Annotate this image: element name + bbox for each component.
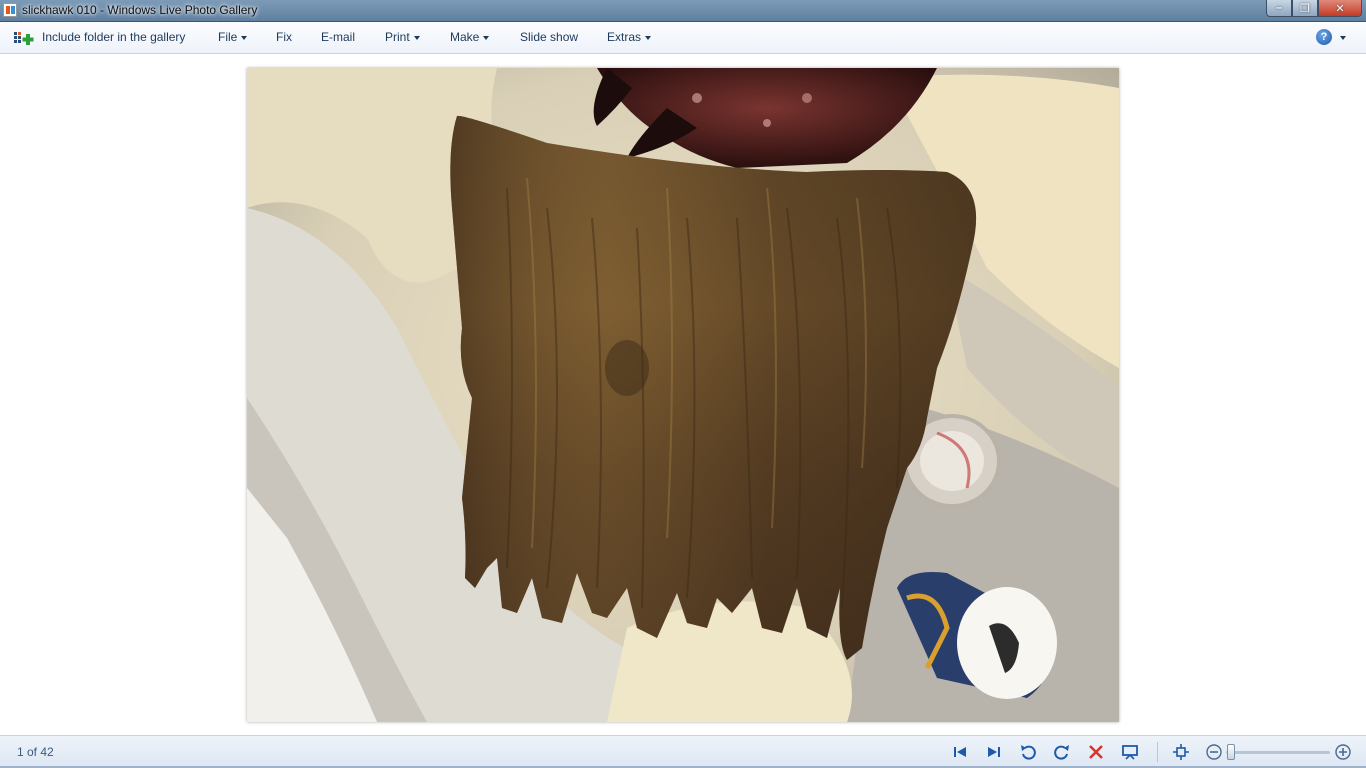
help-dropdown-icon[interactable] xyxy=(1340,36,1346,40)
help-icon[interactable]: ? xyxy=(1316,29,1332,45)
status-bar: 1 of 42 xyxy=(0,735,1366,768)
rotate-right-icon[interactable] xyxy=(1053,743,1071,761)
zoom-in-icon[interactable] xyxy=(1334,743,1352,761)
delete-icon[interactable] xyxy=(1087,743,1105,761)
chevron-down-icon xyxy=(413,35,420,40)
zoom-slider-thumb[interactable] xyxy=(1227,744,1235,760)
rotate-left-icon[interactable] xyxy=(1019,743,1037,761)
zoom-slider-track[interactable] xyxy=(1226,751,1330,754)
print-menu-label: Print xyxy=(385,30,410,44)
file-menu[interactable]: File xyxy=(218,30,248,44)
window-controls: – ❐ ✕ xyxy=(1266,0,1362,18)
next-icon[interactable] xyxy=(985,743,1003,761)
slide-show-button[interactable]: Slide show xyxy=(520,30,578,44)
chevron-down-icon xyxy=(645,35,652,40)
extras-menu[interactable]: Extras xyxy=(607,30,652,44)
make-menu-label: Make xyxy=(450,30,480,44)
file-menu-label: File xyxy=(218,30,238,44)
window-title: slickhawk 010 - Windows Live Photo Galle… xyxy=(22,3,258,17)
restore-button[interactable]: ❐ xyxy=(1292,0,1318,17)
photo-viewer xyxy=(0,54,1366,735)
photo-position: 1 of 42 xyxy=(17,745,54,759)
actual-size-icon[interactable] xyxy=(1172,743,1190,761)
photo-image xyxy=(247,68,1119,722)
chevron-down-icon xyxy=(241,35,248,40)
zoom-out-icon[interactable] xyxy=(1205,743,1223,761)
chevron-down-icon xyxy=(483,35,490,40)
minimize-button[interactable]: – xyxy=(1266,0,1292,17)
separator xyxy=(1157,742,1158,762)
close-button[interactable]: ✕ xyxy=(1318,0,1362,17)
previous-icon[interactable] xyxy=(951,743,969,761)
email-button[interactable]: E-mail xyxy=(321,30,355,44)
command-bar: Include folder in the gallery File Fix E… xyxy=(0,22,1366,54)
title-bar: slickhawk 010 - Windows Live Photo Galle… xyxy=(0,0,1366,22)
include-folder-icon xyxy=(14,32,34,45)
slideshow-icon[interactable] xyxy=(1121,743,1139,761)
displayed-photo[interactable] xyxy=(247,68,1119,722)
fix-button[interactable]: Fix xyxy=(276,30,292,44)
include-folder-button[interactable]: Include folder in the gallery xyxy=(42,30,185,44)
print-menu[interactable]: Print xyxy=(385,30,420,44)
extras-menu-label: Extras xyxy=(607,30,642,44)
make-menu[interactable]: Make xyxy=(450,30,490,44)
app-icon[interactable] xyxy=(3,3,17,17)
